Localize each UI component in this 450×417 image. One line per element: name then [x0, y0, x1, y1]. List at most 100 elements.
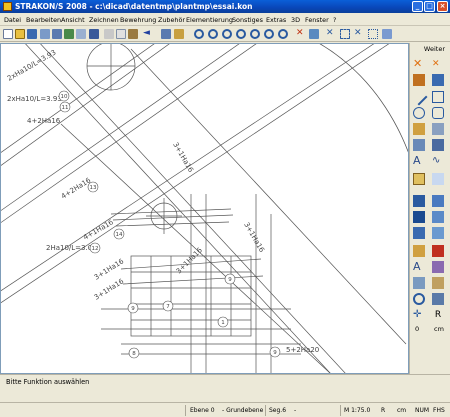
minimize-button[interactable]: _: [412, 1, 423, 12]
menu-datei[interactable]: Datei: [4, 16, 21, 24]
drawing-label: 5+2Ha20: [286, 346, 319, 354]
pan-icon[interactable]: [278, 29, 288, 39]
hatch-icon[interactable]: [413, 139, 425, 151]
properties-icon[interactable]: [382, 29, 392, 39]
status-message: Bitte Funktion auswählen: [6, 378, 90, 386]
pen-icon[interactable]: [413, 74, 425, 86]
section-icon[interactable]: [413, 277, 425, 289]
position-marker: 13: [90, 185, 97, 191]
drawing-label: 2xHa10/L=3.93: [6, 48, 57, 82]
position-marker: 8: [132, 351, 136, 357]
stirrup-icon[interactable]: [432, 211, 444, 223]
menu-sonstiges[interactable]: Sonstiges: [232, 16, 263, 24]
position-marker: 9: [228, 277, 232, 283]
title-bar[interactable]: STRAKON/S 2008 - c:\dicad\datentmp\plant…: [0, 0, 450, 13]
cut-icon[interactable]: [104, 29, 114, 39]
menu-help[interactable]: ?: [333, 16, 336, 24]
position-icon[interactable]: [413, 245, 425, 257]
menu-fenster[interactable]: Fenster: [305, 16, 329, 24]
search-icon[interactable]: [413, 293, 425, 305]
chain-dimension-icon[interactable]: [432, 123, 444, 135]
move-icon[interactable]: [432, 74, 444, 86]
zoom-window-icon[interactable]: [222, 29, 232, 39]
dimension-icon[interactable]: [413, 123, 425, 135]
rectangle-icon[interactable]: [432, 91, 444, 103]
new-file-icon[interactable]: [3, 29, 13, 39]
menu-zeichnen[interactable]: Zeichnen: [89, 16, 119, 24]
select-icon[interactable]: ✕: [326, 29, 336, 39]
line-icon[interactable]: [410, 88, 428, 106]
copy-view-icon[interactable]: [161, 29, 171, 39]
delete-partial-icon[interactable]: ✕: [432, 58, 444, 70]
layer-name-field: - Grundebene: [222, 407, 264, 414]
fill-icon[interactable]: [432, 139, 444, 151]
paste-icon[interactable]: [128, 29, 138, 39]
label-icon[interactable]: [413, 173, 425, 185]
refresh-icon[interactable]: [309, 29, 319, 39]
window-title: STRAKON/S 2008 - c:\dicad\datentmp\plant…: [15, 2, 253, 11]
rotate-r-icon[interactable]: R: [432, 309, 444, 321]
layer-field: Ebene 0: [190, 407, 215, 414]
monitor-icon[interactable]: [89, 29, 99, 39]
zoom-in-icon[interactable]: [194, 29, 204, 39]
menu-extras[interactable]: Extras: [266, 16, 286, 24]
text-icon[interactable]: A: [413, 155, 425, 167]
polygon-icon[interactable]: [432, 107, 444, 119]
preview-icon[interactable]: [76, 29, 86, 39]
menu-3d[interactable]: 3D: [291, 16, 300, 24]
rebar-icon[interactable]: [413, 195, 425, 207]
symbol-icon[interactable]: [432, 173, 444, 185]
plot-icon[interactable]: [64, 29, 74, 39]
zoom-extents-icon[interactable]: [264, 29, 274, 39]
select-cross-icon[interactable]: ✕: [354, 29, 364, 39]
undo-icon[interactable]: ◄: [143, 29, 153, 39]
rebar-series-icon[interactable]: [413, 211, 425, 223]
position-marker: 11: [62, 105, 69, 111]
position-list-icon[interactable]: [432, 245, 444, 257]
close-button[interactable]: ×: [437, 1, 448, 12]
mesh-layout-icon[interactable]: [432, 227, 444, 239]
delete-icon[interactable]: ✕: [296, 29, 306, 39]
menu-bearbeiten[interactable]: Bearbeiten: [26, 16, 61, 24]
zoom-out-icon[interactable]: [208, 29, 218, 39]
function-panel: Weiter ✕ ✕ A ∿ A ✛ R 0 cm: [409, 43, 450, 374]
copy-icon[interactable]: [116, 29, 126, 39]
drawing-label: 3+1Ha16: [242, 221, 266, 254]
view-icon[interactable]: [432, 293, 444, 305]
command-line: Bitte Funktion auswählen: [0, 374, 450, 402]
menu-bewehrung[interactable]: Bewehrung: [120, 16, 156, 24]
drawing-canvas[interactable]: 2xHa10/L=3.93 2xHa10/L=3.93 4+2Ha16 4+2H…: [0, 43, 409, 374]
rebar-bent-icon[interactable]: [432, 195, 444, 207]
drawing-label: 3+1Ha16: [171, 141, 195, 174]
segment-field: Seg.6: [269, 407, 287, 414]
scale-field: M 1:75.0: [344, 407, 371, 414]
maximize-button[interactable]: □: [424, 1, 435, 12]
layers-icon[interactable]: [174, 29, 184, 39]
menu-zubehoer[interactable]: Zubehör: [158, 16, 185, 24]
zoom-all-icon[interactable]: [236, 29, 246, 39]
drawing-label: 2Ha10/L=3.05: [46, 244, 97, 252]
select-window-icon[interactable]: [340, 29, 350, 39]
rebar-table-icon[interactable]: [432, 261, 444, 273]
weiter-button[interactable]: Weiter: [412, 44, 449, 55]
detail-icon[interactable]: [432, 277, 444, 289]
delete-element-icon[interactable]: ✕: [413, 58, 425, 70]
spline-icon[interactable]: ∿: [432, 155, 444, 167]
menu-elementierung[interactable]: Elementierung: [186, 16, 233, 24]
print-icon[interactable]: [52, 29, 62, 39]
save-all-icon[interactable]: [40, 29, 50, 39]
num-field: NUM: [415, 407, 430, 414]
mesh-icon[interactable]: [413, 227, 425, 239]
drawing-label: 3+1Ha16: [175, 246, 205, 276]
open-folder-icon[interactable]: [15, 29, 25, 39]
zoom-previous-icon[interactable]: [250, 29, 260, 39]
select-all-icon[interactable]: [368, 29, 378, 39]
save-icon[interactable]: [27, 29, 37, 39]
snap-icon[interactable]: ✛: [413, 309, 425, 321]
menu-ansicht[interactable]: Ansicht: [61, 16, 85, 24]
circle-icon[interactable]: [413, 107, 425, 119]
status-bar: Ebene 0 - Grundebene Seg.6 - M 1:75.0 R …: [0, 402, 450, 417]
rebar-text-icon[interactable]: A: [413, 261, 425, 273]
separator: [185, 405, 186, 416]
fhs-field: FHS: [433, 407, 445, 414]
